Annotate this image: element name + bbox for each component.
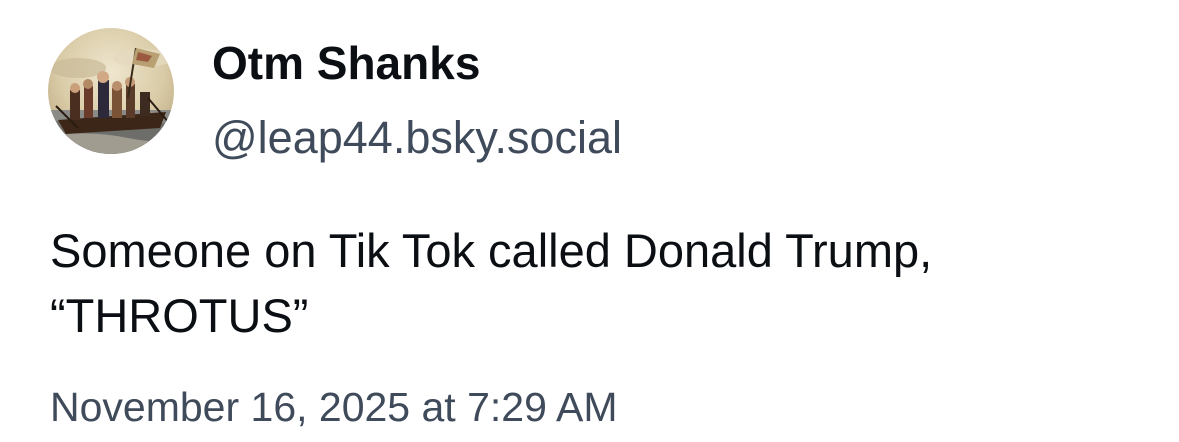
post-text-line: Someone on Tik Tok called Donald Trump, xyxy=(50,224,933,277)
author-display-name[interactable]: Otm Shanks xyxy=(212,36,480,90)
post-text-line: “THROTUS” xyxy=(50,289,309,342)
post-card: Otm Shanks @leap44.bsky.social Someone o… xyxy=(0,0,1179,442)
author-avatar[interactable] xyxy=(48,28,174,154)
post-timestamp[interactable]: November 16, 2025 at 7:29 AM xyxy=(50,384,618,431)
author-handle[interactable]: @leap44.bsky.social xyxy=(212,112,622,164)
painting-avatar-icon xyxy=(48,28,174,154)
post-text: Someone on Tik Tok called Donald Trump, … xyxy=(50,218,1150,348)
